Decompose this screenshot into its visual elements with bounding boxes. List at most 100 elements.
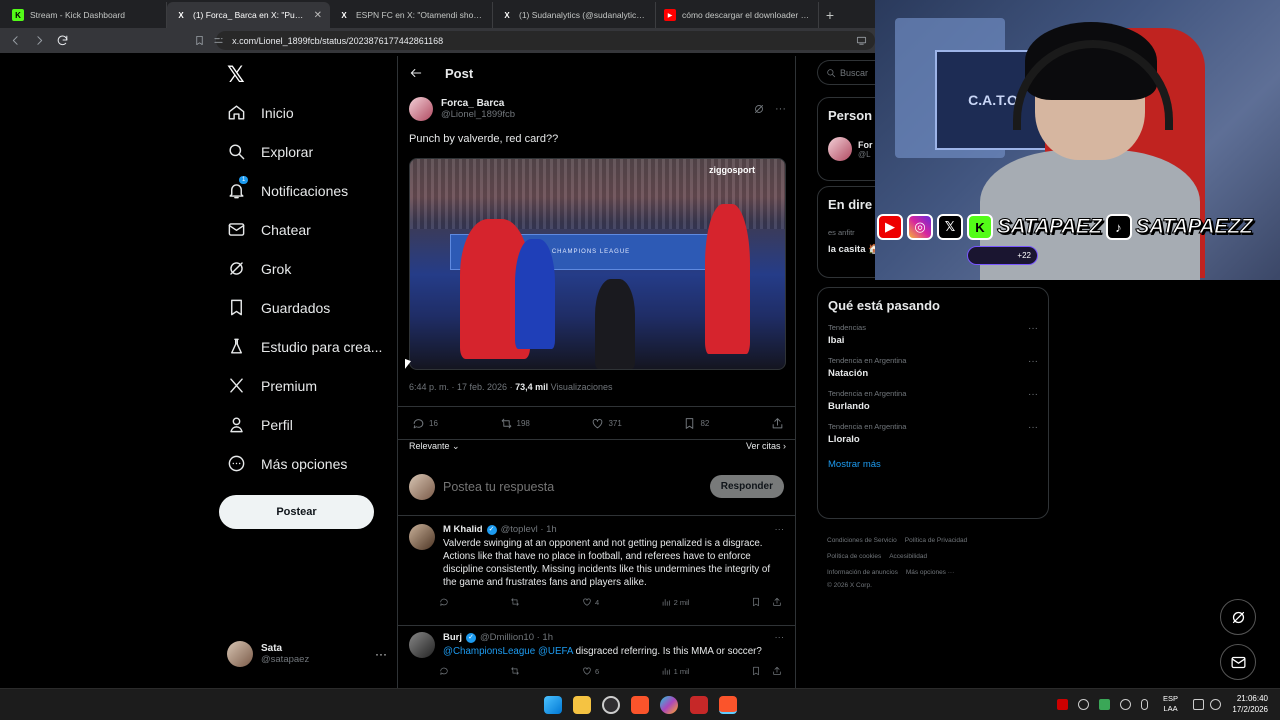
more-icon[interactable]: ··· [775,632,785,643]
reply-tweet[interactable]: M Khalid ✓ @toplevl · 1h ··· Valverde swing… [398,518,795,626]
trend-item[interactable]: Tendencia en Argentina Burlando ··· [828,389,1038,412]
like-button[interactable]: 6 [582,666,599,676]
obs-icon[interactable] [602,696,620,714]
timestamp[interactable]: 6:44 p. m. · 17 feb. 2026 · [409,382,515,392]
footer-link[interactable]: Política de cookies [827,553,881,560]
sidebar-item-notifications[interactable]: 1 Notificaciones [219,171,396,210]
more-icon[interactable]: ··· [775,524,785,535]
tray-icon[interactable] [1120,699,1131,710]
language-indicator[interactable]: ESP LAA [1163,694,1178,714]
tray-icon[interactable] [1078,699,1089,710]
account-switcher[interactable]: Sata @satapaez ··· [227,641,387,667]
more-icon[interactable]: ··· [775,103,786,115]
microphone-icon[interactable] [1141,699,1148,710]
network-icon[interactable] [1193,699,1204,710]
repost-button[interactable]: 198 [500,417,530,430]
system-clock[interactable]: 21:06:40 17/2/2026 [1232,693,1268,715]
mention-link[interactable]: @UEFA [538,646,573,657]
reply-author-name[interactable]: M Khalid [443,524,483,535]
cast-icon[interactable] [856,35,867,46]
share-icon[interactable] [772,597,782,607]
calendar-app-icon[interactable] [690,696,708,714]
more-icon[interactable]: ··· [1028,422,1038,445]
views-button[interactable]: 1 mil [661,666,689,676]
sidebar-item-more[interactable]: Más opciones [219,444,396,483]
bookmark-button[interactable] [751,666,782,676]
browser-tab[interactable]: ▶ cómo descargar el downloader en c [656,2,819,28]
trend-item[interactable]: Tendencias Ibai ··· [828,323,1038,346]
search-input[interactable]: Buscar [817,60,875,85]
views-button[interactable]: 2 mil [661,597,689,607]
sidebar-item-profile[interactable]: Perfil [219,405,396,444]
x-logo-icon[interactable]: 𝕏 [227,62,245,88]
footer-link[interactable]: Información de anuncios [827,569,898,576]
address-bar[interactable]: x.com/Lionel_1899fcb/status/202387617744… [196,31,875,50]
reply-button[interactable]: 16 [412,417,438,430]
avatar[interactable] [409,632,435,658]
sidebar-item-bookmarks[interactable]: Guardados [219,288,396,327]
show-more-link[interactable]: Mostrar más [828,459,1038,470]
grok-fab-button[interactable] [1220,599,1256,635]
reply-button[interactable] [439,597,449,607]
bookmark-star-icon[interactable] [194,35,205,46]
reply-handle[interactable]: @Dmillion10 · 1h [480,632,553,643]
close-tab-icon[interactable]: ✕ [314,10,322,21]
windows-start-icon[interactable] [544,696,562,714]
more-icon[interactable]: ··· [375,647,387,661]
reply-submit-button[interactable]: Responder [709,475,784,498]
tweet-video[interactable]: UEFA CHAMPIONS LEAGUE ziggosport [409,158,786,370]
footer-link[interactable]: Política de Privacidad [905,537,968,544]
share-button[interactable] [771,417,784,430]
sidebar-item-premium[interactable]: Premium [219,366,396,405]
more-icon[interactable]: ··· [1028,356,1038,379]
sidebar-item-creator-studio[interactable]: Estudio para crea... [219,327,396,366]
tweet-author-name[interactable]: Forca_ Barca [441,98,515,109]
copilot-icon[interactable] [660,696,678,714]
sort-dropdown[interactable]: Relevante ⌄ [409,441,460,452]
tweet-author-handle[interactable]: @Lionel_1899fcb [441,109,515,120]
like-button[interactable]: 371 [591,417,622,430]
view-quotes-link[interactable]: Ver citas › [746,441,786,452]
reply-tweet[interactable]: Burj ✓ @Dmillion10 · 1h ··· @ChampionsLeagu… [398,626,795,688]
tray-icon[interactable] [1057,699,1068,710]
like-button[interactable]: 4 [582,597,599,607]
sidebar-item-grok[interactable]: Grok [219,249,396,288]
footer-link[interactable]: Accesibilidad [889,553,927,560]
file-explorer-icon[interactable] [573,696,591,714]
more-icon[interactable]: ··· [1028,389,1038,412]
repost-button[interactable] [510,666,520,676]
more-icon[interactable]: ··· [1028,323,1038,346]
share-icon[interactable] [772,666,782,676]
grok-icon[interactable] [753,103,765,115]
messages-fab-button[interactable] [1220,644,1256,680]
tray-icon[interactable] [1099,699,1110,710]
suggested-name[interactable]: For [858,140,873,150]
new-tab-button[interactable]: + [819,2,841,28]
sidebar-item-explore[interactable]: Explorar [219,132,396,171]
bookmark-button[interactable] [751,597,782,607]
reply-author-name[interactable]: Burj [443,632,462,643]
reply-input[interactable] [443,479,702,494]
reply-button[interactable] [439,666,449,676]
trend-item[interactable]: Tendencia en Argentina Natación ··· [828,356,1038,379]
brave-icon[interactable] [631,696,649,714]
forward-button[interactable] [29,31,48,51]
avatar[interactable] [828,137,852,161]
browser-tab[interactable]: K Stream - Kick Dashboard [4,2,167,28]
sidebar-item-chat[interactable]: Chatear [219,210,396,249]
mention-link[interactable]: @ChampionsLeague [443,646,535,657]
bookmark-button[interactable]: 82 [683,417,709,430]
footer-link[interactable]: Más opciones ··· [906,569,954,576]
back-button[interactable] [6,31,25,51]
site-info-icon[interactable] [213,35,224,46]
browser-tab[interactable]: X (1) Sudanalytics (@sudanalytics_) / X [493,2,656,28]
trend-item[interactable]: Tendencia en Argentina Lloralo ··· [828,422,1038,445]
footer-link[interactable]: Condiciones de Servicio [827,537,897,544]
browser-tab[interactable]: X ESPN FC en X: "Otamendi showed Vi [330,2,493,28]
avatar[interactable] [409,524,435,550]
browser-tab-active[interactable]: X (1) Forca_ Barca en X: "Punch by ✕ [167,2,330,28]
post-button[interactable]: Postear [219,495,374,529]
sidebar-item-home[interactable]: Inicio [219,93,396,132]
avatar[interactable] [409,97,433,121]
reply-handle[interactable]: @toplevl · 1h [501,524,557,535]
